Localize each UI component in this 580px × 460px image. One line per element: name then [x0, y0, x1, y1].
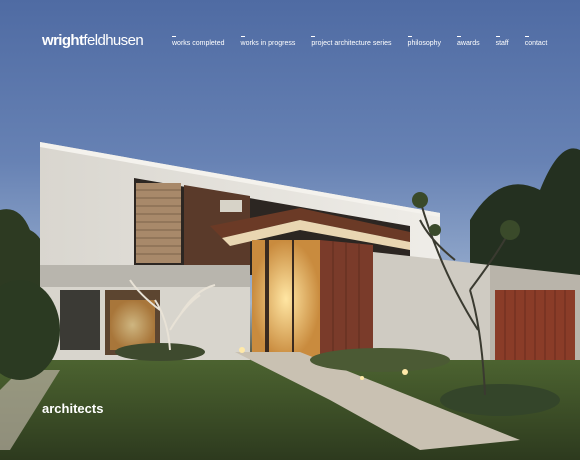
- brand-logo[interactable]: wrightfeldhusen: [42, 32, 144, 49]
- nav-project-architecture-series[interactable]: project architecture series: [311, 36, 392, 47]
- hero-house-photo: [0, 142, 580, 460]
- hero-caption: architects: [42, 401, 104, 416]
- page: wrightfeldhusen works completed works in…: [0, 0, 580, 460]
- nav-awards[interactable]: awards: [457, 36, 480, 47]
- nav-contact[interactable]: contact: [524, 36, 547, 47]
- nav-philosophy[interactable]: philosophy: [407, 36, 441, 47]
- nav-works-completed[interactable]: works completed: [172, 36, 225, 47]
- nav-staff[interactable]: staff: [495, 36, 509, 47]
- logo-bold-text: wright: [42, 32, 84, 49]
- nav-works-in-progress[interactable]: works in progress: [240, 36, 295, 47]
- logo-light-text: feldhusen: [83, 32, 144, 49]
- main-nav: works completed works in progress projec…: [172, 36, 563, 47]
